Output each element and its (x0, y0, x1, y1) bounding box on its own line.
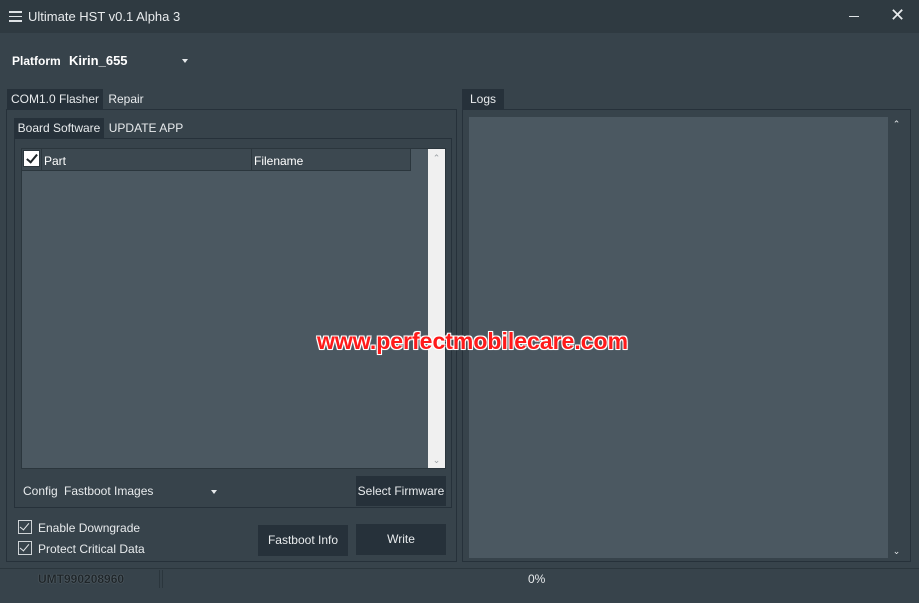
enable-downgrade-checkbox[interactable] (18, 520, 32, 534)
table-scrollbar[interactable] (428, 149, 445, 468)
column-divider (251, 149, 252, 171)
minimize-button[interactable] (832, 0, 876, 33)
chevron-down-icon[interactable] (211, 490, 217, 494)
fastboot-info-button[interactable]: Fastboot Info (258, 525, 348, 556)
table-header (22, 149, 411, 171)
progress-text: 0% (528, 572, 546, 586)
hamburger-menu-icon[interactable] (9, 11, 22, 22)
column-divider (41, 149, 42, 171)
scroll-up-icon[interactable]: ⌃ (888, 117, 905, 131)
platform-label: Platform (12, 54, 61, 68)
scroll-up-icon[interactable]: ⌃ (428, 151, 445, 165)
select-firmware-button[interactable]: Select Firmware (356, 476, 446, 506)
enable-downgrade-label[interactable]: Enable Downgrade (38, 521, 140, 535)
serial-number: UMT990208960 (38, 572, 125, 586)
partition-table[interactable] (21, 148, 446, 469)
protect-critical-data-checkbox[interactable] (18, 541, 32, 555)
chevron-down-icon[interactable] (182, 59, 188, 63)
tab-update-app[interactable]: UPDATE APP (104, 118, 188, 138)
config-label: Config (23, 484, 58, 498)
tab-repair[interactable]: Repair (103, 89, 149, 109)
tab-board-software[interactable]: Board Software (14, 118, 104, 138)
logs-scrollbar[interactable] (888, 117, 905, 558)
watermark-text: www.perfectmobilecare.com (317, 328, 629, 354)
window-bottom-edge (0, 591, 919, 603)
write-button[interactable]: Write (356, 524, 446, 555)
scroll-down-icon[interactable]: ⌄ (888, 544, 905, 558)
column-header-filename[interactable]: Filename (254, 154, 303, 168)
tab-com-flasher[interactable]: COM1.0 Flasher (7, 89, 103, 109)
select-all-checkbox[interactable] (23, 150, 40, 167)
config-select[interactable]: Fastboot Images (64, 484, 153, 498)
window-title: Ultimate HST v0.1 Alpha 3 (28, 9, 181, 24)
platform-select[interactable]: Kirin_655 (69, 53, 128, 68)
scroll-down-icon[interactable]: ⌄ (428, 453, 445, 467)
close-button[interactable]: ✕ (876, 0, 919, 33)
column-header-part[interactable]: Part (44, 154, 66, 168)
column-divider (410, 149, 411, 171)
tab-logs[interactable]: Logs (462, 89, 504, 109)
protect-critical-data-label[interactable]: Protect Critical Data (38, 542, 145, 556)
